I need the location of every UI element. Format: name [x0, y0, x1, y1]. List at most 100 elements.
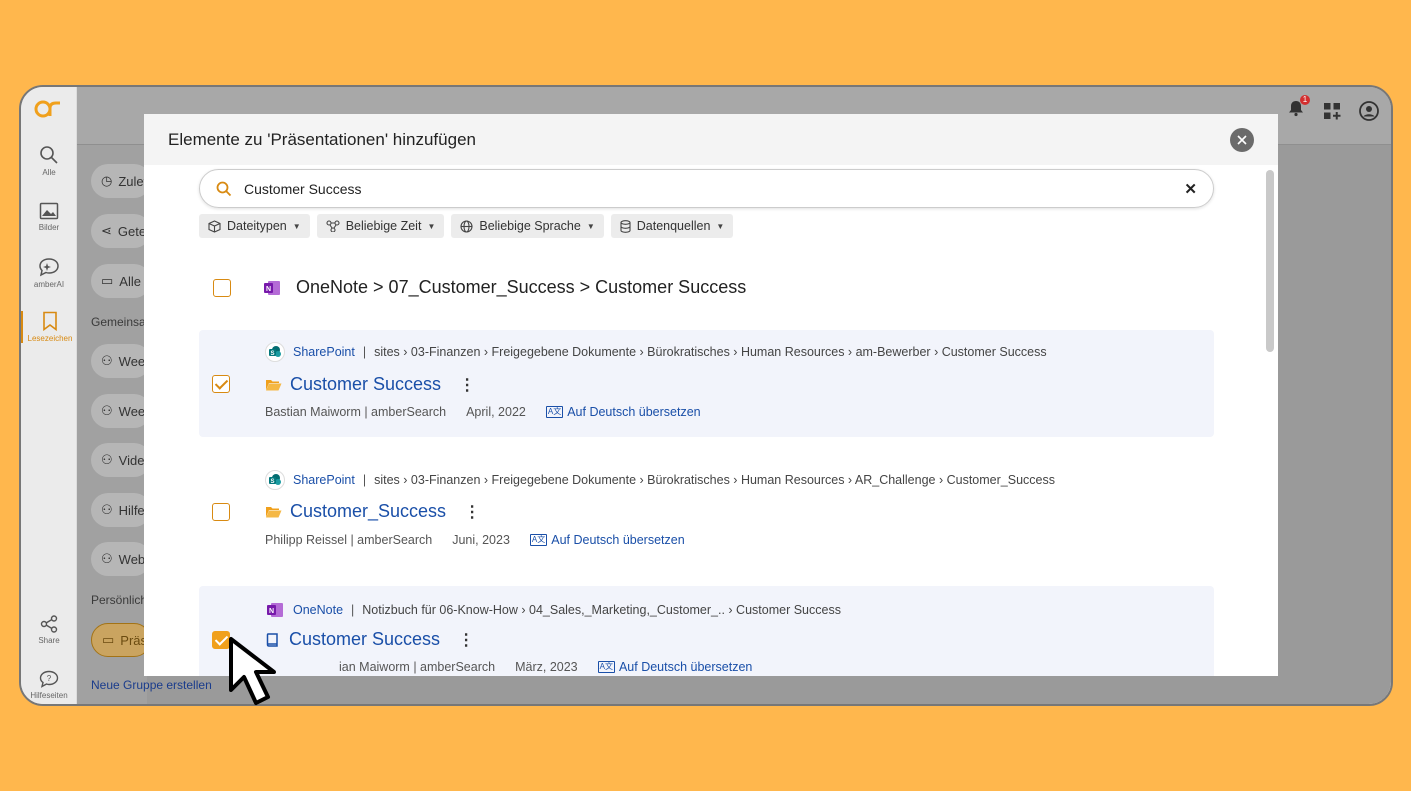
svg-text:N: N: [266, 286, 271, 293]
result-title[interactable]: Customer_Success: [290, 501, 446, 522]
onenote-icon: N: [265, 600, 285, 620]
bg-group-item[interactable]: ⚇ Hilfe: [91, 493, 151, 527]
ai-chat-icon: [39, 258, 59, 277]
app-sidebar: Alle Bilder amberAI Lesezeichen Share ? …: [21, 87, 77, 704]
svg-text:S: S: [270, 351, 274, 357]
nav-lesezeichen[interactable]: Lesezeichen: [21, 311, 77, 343]
bg-group-item[interactable]: ⋖ Gete: [91, 214, 151, 248]
sharepoint-icon: S: [265, 470, 285, 490]
database-icon: [620, 219, 631, 233]
nav-share[interactable]: Share: [21, 615, 77, 645]
result-author: Philipp Reissel | amberSearch: [265, 533, 433, 547]
search-icon: [40, 146, 58, 164]
folder-icon: ▭: [102, 632, 115, 647]
bg-item-label: Vide: [118, 452, 145, 468]
filter-time[interactable]: Beliebige Zeit ▼: [316, 214, 445, 238]
users-icon: ⚇: [101, 353, 113, 368]
bg-item-label: Wee: [118, 403, 146, 419]
chevron-down-icon: ▼: [586, 221, 595, 231]
bg-group-item[interactable]: ⚇ Web: [91, 542, 151, 576]
cube-icon: [208, 219, 221, 233]
select-checkbox[interactable]: [212, 503, 230, 521]
search-input[interactable]: Customer Success ✕: [199, 169, 1214, 208]
apps-grid-icon[interactable]: [1323, 102, 1341, 120]
translate-icon: A文: [597, 661, 615, 673]
result-title[interactable]: Customer Success: [290, 374, 441, 395]
new-group-link[interactable]: Neue Gruppe erstellen: [91, 678, 212, 692]
bg-group-item-active[interactable]: ▭ Präse: [91, 623, 151, 657]
globe-icon: [460, 219, 473, 233]
svg-text:N: N: [269, 608, 274, 615]
more-options-icon[interactable]: ⋮: [459, 375, 475, 395]
modal-header: Elemente zu 'Präsentationen' hinzufügen: [144, 114, 1278, 165]
bg-group-item[interactable]: ⚇ Wee: [91, 344, 151, 378]
filter-language[interactable]: Beliebige Sprache ▼: [451, 214, 604, 238]
result-date: Juni, 2023: [452, 533, 510, 547]
separator: |: [362, 345, 367, 359]
filter-label: Beliebige Sprache: [479, 219, 581, 233]
source-path: Notizbuch für 06-Know-How › 04_Sales,_Ma…: [362, 603, 841, 617]
notification-badge: 1: [1300, 95, 1310, 105]
nav-alle[interactable]: Alle: [21, 145, 77, 177]
filter-filetypes[interactable]: Dateitypen ▼: [199, 214, 310, 238]
close-button[interactable]: [1230, 128, 1254, 152]
source-path: sites › 03-Finanzen › Freigegebene Dokum…: [374, 473, 1055, 487]
source-name[interactable]: OneNote: [293, 603, 343, 617]
translate-link[interactable]: A文 Auf Deutsch übersetzen: [597, 660, 752, 674]
folder-icon: [266, 506, 282, 517]
onenote-icon: N: [262, 278, 282, 298]
notifications-button[interactable]: 1: [1287, 95, 1310, 122]
chevron-down-icon: ▼: [427, 221, 436, 231]
svg-text:S: S: [270, 479, 274, 485]
result-author: Bastian Maiworm | amberSearch: [265, 405, 447, 419]
bg-item-label: Wee: [118, 353, 146, 369]
search-icon: [216, 181, 232, 196]
source-name[interactable]: SharePoint: [293, 473, 355, 487]
result-date: April, 2022: [466, 405, 526, 419]
top-item-breadcrumb[interactable]: OneNote > 07_Customer_Success > Customer…: [296, 277, 746, 298]
share-icon: ⋖: [101, 223, 112, 238]
mouse-cursor-icon: [229, 637, 276, 705]
bg-item-label: Gete: [117, 223, 147, 239]
result-title-line: Customer Success ⋮: [265, 629, 474, 650]
more-options-icon[interactable]: ⋮: [458, 630, 474, 650]
folder-icon: ▭: [101, 273, 114, 288]
nav-bilder[interactable]: Bilder: [21, 202, 77, 232]
users-icon: ⚇: [101, 551, 113, 566]
select-checkbox[interactable]: [212, 375, 230, 393]
modal-title: Elemente zu 'Präsentationen' hinzufügen: [168, 129, 476, 149]
clock-icon: ◷: [101, 173, 113, 188]
users-icon: ⚇: [101, 452, 113, 467]
modal-scrollbar[interactable]: [1266, 170, 1274, 352]
account-icon[interactable]: [1359, 100, 1379, 121]
nav-amberai[interactable]: amberAI: [21, 257, 77, 289]
translate-icon: A文: [529, 534, 548, 546]
translate-link[interactable]: A文 Auf Deutsch übersetzen: [545, 405, 701, 419]
filter-label: Datenquellen: [636, 219, 711, 233]
bg-group-item[interactable]: ⚇ Wee: [91, 394, 151, 428]
filter-datasources[interactable]: Datenquellen ▼: [610, 214, 734, 238]
header-actions: 1: [1287, 95, 1379, 122]
source-name[interactable]: SharePoint: [293, 345, 355, 359]
bg-group-item[interactable]: ◷ Zuletz: [91, 164, 151, 198]
translate-link[interactable]: A文 Auf Deutsch übersetzen: [529, 533, 685, 547]
add-items-modal: Elemente zu 'Präsentationen' hinzufügen …: [144, 114, 1278, 676]
dimmed-bookmark-panel: ◷ Zuletz ⋖ Gete ▭ Alle I Gemeinsam ⚇ Wee ⚇ We…: [77, 145, 156, 704]
result-source-path: S SharePoint | sites › 03-Finanzen › Fre…: [265, 342, 1047, 362]
sharepoint-icon: S: [265, 342, 285, 362]
bg-group-item[interactable]: ⚇ Vide: [91, 443, 151, 477]
bg-item-label: Hilfe: [118, 502, 145, 518]
separator: |: [351, 603, 355, 617]
bg-group-item[interactable]: ▭ Alle I: [91, 264, 151, 298]
time-filter-icon: [326, 220, 340, 232]
translate-label: Auf Deutsch übersetzen: [551, 533, 685, 547]
clear-search-icon[interactable]: ✕: [1184, 180, 1197, 198]
translate-icon: A文: [545, 406, 564, 418]
result-title[interactable]: Customer Success: [289, 629, 440, 650]
more-options-icon[interactable]: ⋮: [464, 502, 480, 522]
result-item: N OneNote | Notizbuch für 06-Know-How › …: [199, 586, 1214, 676]
result-source-path: S SharePoint | sites › 03-Finanzen › Fre…: [265, 470, 1055, 490]
nav-hilfeseiten[interactable]: ? Hilfeseiten: [21, 670, 77, 700]
nav-label: Hilfeseiten: [30, 691, 68, 700]
select-checkbox[interactable]: [213, 279, 231, 297]
